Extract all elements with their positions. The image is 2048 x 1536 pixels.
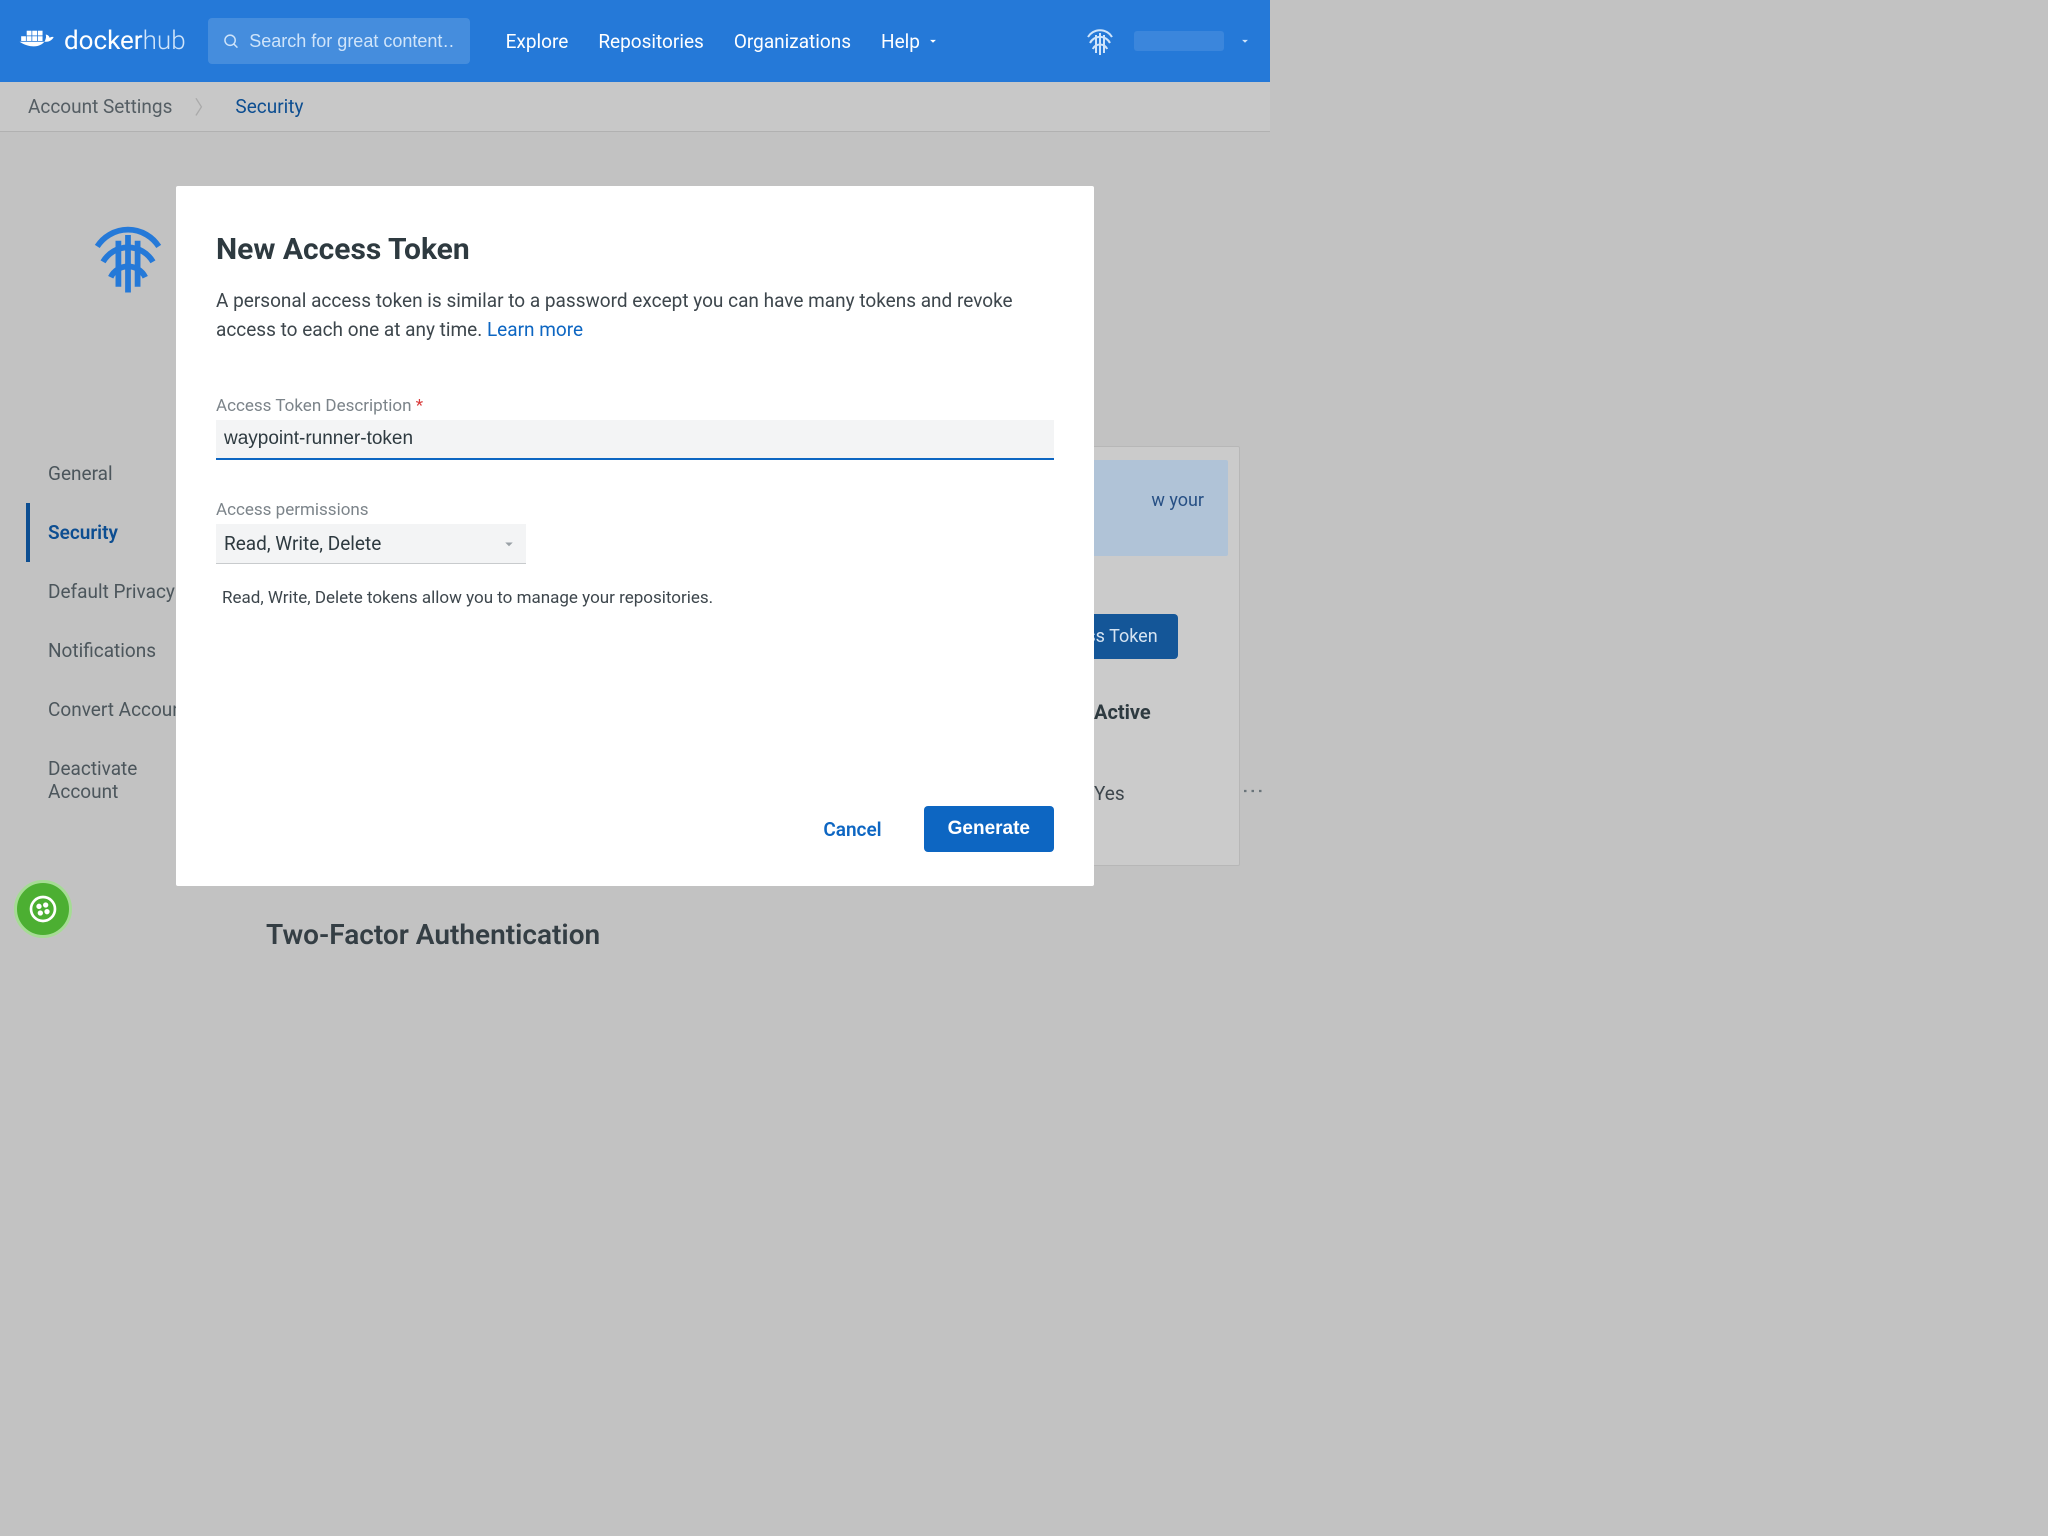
breadcrumb-current[interactable]: Security <box>235 95 303 118</box>
new-access-token-modal: New Access Token A personal access token… <box>176 186 1094 886</box>
cookie-icon <box>27 893 59 925</box>
breadcrumb: Account Settings 〉 Security <box>0 82 1270 132</box>
permissions-select[interactable]: Read, Write, Delete <box>216 524 526 564</box>
breadcrumb-root[interactable]: Account Settings <box>28 95 172 118</box>
nav-explore[interactable]: Explore <box>506 30 569 53</box>
username-label <box>1134 31 1224 51</box>
table-cell-active: Yes <box>1094 782 1125 805</box>
user-menu[interactable] <box>1080 21 1252 61</box>
modal-description: A personal access token is similar to a … <box>216 287 1054 344</box>
token-description-label: Access Token Description * <box>216 396 1054 416</box>
two-factor-heading: Two-Factor Authentication <box>266 918 600 951</box>
logo[interactable]: dockerhub <box>18 26 186 56</box>
chevron-down-icon <box>500 535 518 553</box>
nav-help[interactable]: Help <box>881 30 940 53</box>
search-icon <box>222 31 240 51</box>
docker-whale-icon <box>18 26 56 56</box>
page-hero-icon <box>80 210 176 310</box>
permissions-label: Access permissions <box>216 500 1054 520</box>
fingerprint-icon <box>80 210 176 306</box>
top-nav: Explore Repositories Organizations Help <box>506 30 940 53</box>
search-box[interactable] <box>208 18 470 64</box>
generate-button[interactable]: Generate <box>924 806 1054 852</box>
learn-more-link[interactable]: Learn more <box>487 318 583 341</box>
fingerprint-icon <box>1080 21 1120 61</box>
breadcrumb-sep: 〉 <box>194 93 213 120</box>
permissions-helper-text: Read, Write, Delete tokens allow you to … <box>222 588 1054 608</box>
row-actions-icon[interactable]: ⋮ <box>1240 780 1265 800</box>
nav-organizations[interactable]: Organizations <box>734 30 851 53</box>
table-header-active: Active <box>1094 700 1151 724</box>
token-description-input[interactable] <box>216 420 1054 460</box>
chevron-down-icon <box>926 34 940 48</box>
cancel-button[interactable]: Cancel <box>823 818 881 841</box>
top-header: dockerhub Explore Repositories Organizat… <box>0 0 1270 82</box>
cookie-settings-button[interactable] <box>14 880 72 938</box>
search-input[interactable] <box>249 31 455 52</box>
modal-title: New Access Token <box>216 232 1054 267</box>
chevron-down-icon <box>1238 34 1252 48</box>
logo-text: dockerhub <box>64 26 186 56</box>
nav-repositories[interactable]: Repositories <box>598 30 704 53</box>
